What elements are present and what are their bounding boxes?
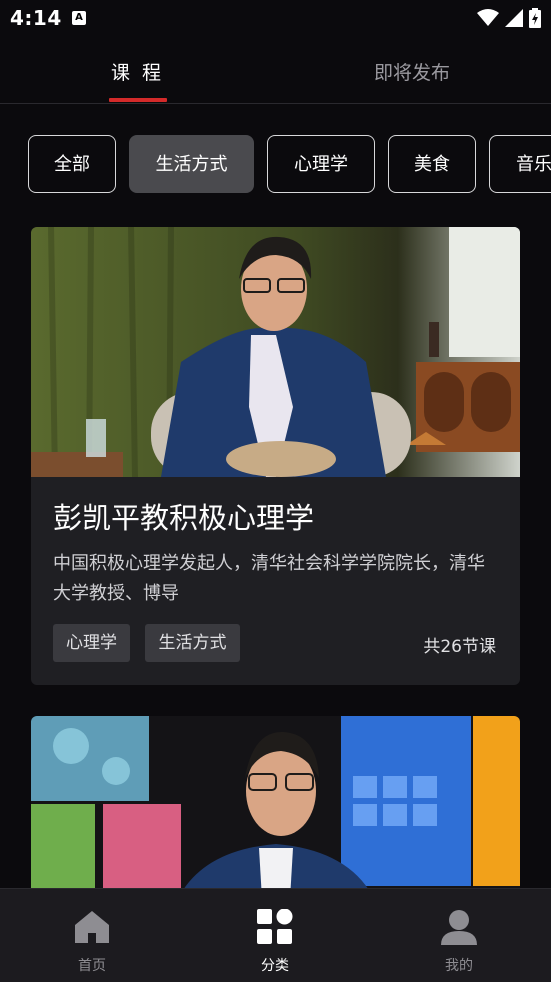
battery-icon	[529, 8, 541, 28]
profile-icon	[441, 910, 477, 945]
home-icon	[75, 911, 109, 943]
course-tag-psychology: 心理学	[53, 624, 130, 662]
notification-app-icon: A	[72, 11, 86, 25]
status-time: 4:14	[10, 6, 62, 30]
course-card[interactable]: 彭凯平教积极心理学 中国积极心理学发起人，清华社会科学学院院长，清华大学教授、博…	[31, 227, 520, 685]
nav-label-home: 首页	[78, 958, 106, 974]
lesson-count: 共26节课	[423, 637, 496, 657]
category-chips: 全部 生活方式 心理学 美食 音乐	[28, 135, 551, 197]
nav-item-profile[interactable]: 我的	[399, 889, 519, 982]
bottom-navigation: 首页 分类 我的	[0, 888, 551, 982]
category-chip-psychology[interactable]: 心理学	[267, 135, 375, 193]
category-chip-music[interactable]: 音乐	[489, 135, 551, 193]
signal-icon	[505, 9, 523, 27]
tab-upcoming[interactable]: 即将发布	[362, 58, 462, 85]
category-chip-all[interactable]: 全部	[28, 135, 116, 193]
category-chip-lifestyle[interactable]: 生活方式	[129, 135, 254, 193]
category-chip-food[interactable]: 美食	[388, 135, 476, 193]
course-description: 中国积极心理学发起人，清华社会科学学院院长，清华大学教授、博导	[53, 553, 485, 604]
course-cover-image	[31, 716, 520, 916]
category-grid-icon	[257, 909, 293, 944]
top-tabs: 课 程 即将发布	[0, 38, 551, 104]
wifi-icon	[477, 9, 499, 26]
status-bar: 4:14 A	[0, 0, 551, 38]
course-cover-image	[31, 227, 520, 477]
nav-item-category[interactable]: 分类	[215, 889, 335, 982]
course-title: 彭凯平教积极心理学	[53, 501, 315, 535]
nav-label-category: 分类	[261, 958, 289, 974]
course-card[interactable]	[31, 716, 520, 916]
tab-courses[interactable]: 课 程	[110, 58, 165, 85]
nav-item-home[interactable]: 首页	[32, 889, 152, 982]
course-tag-lifestyle: 生活方式	[145, 624, 240, 662]
nav-label-profile: 我的	[445, 958, 473, 974]
active-tab-indicator	[109, 98, 167, 102]
